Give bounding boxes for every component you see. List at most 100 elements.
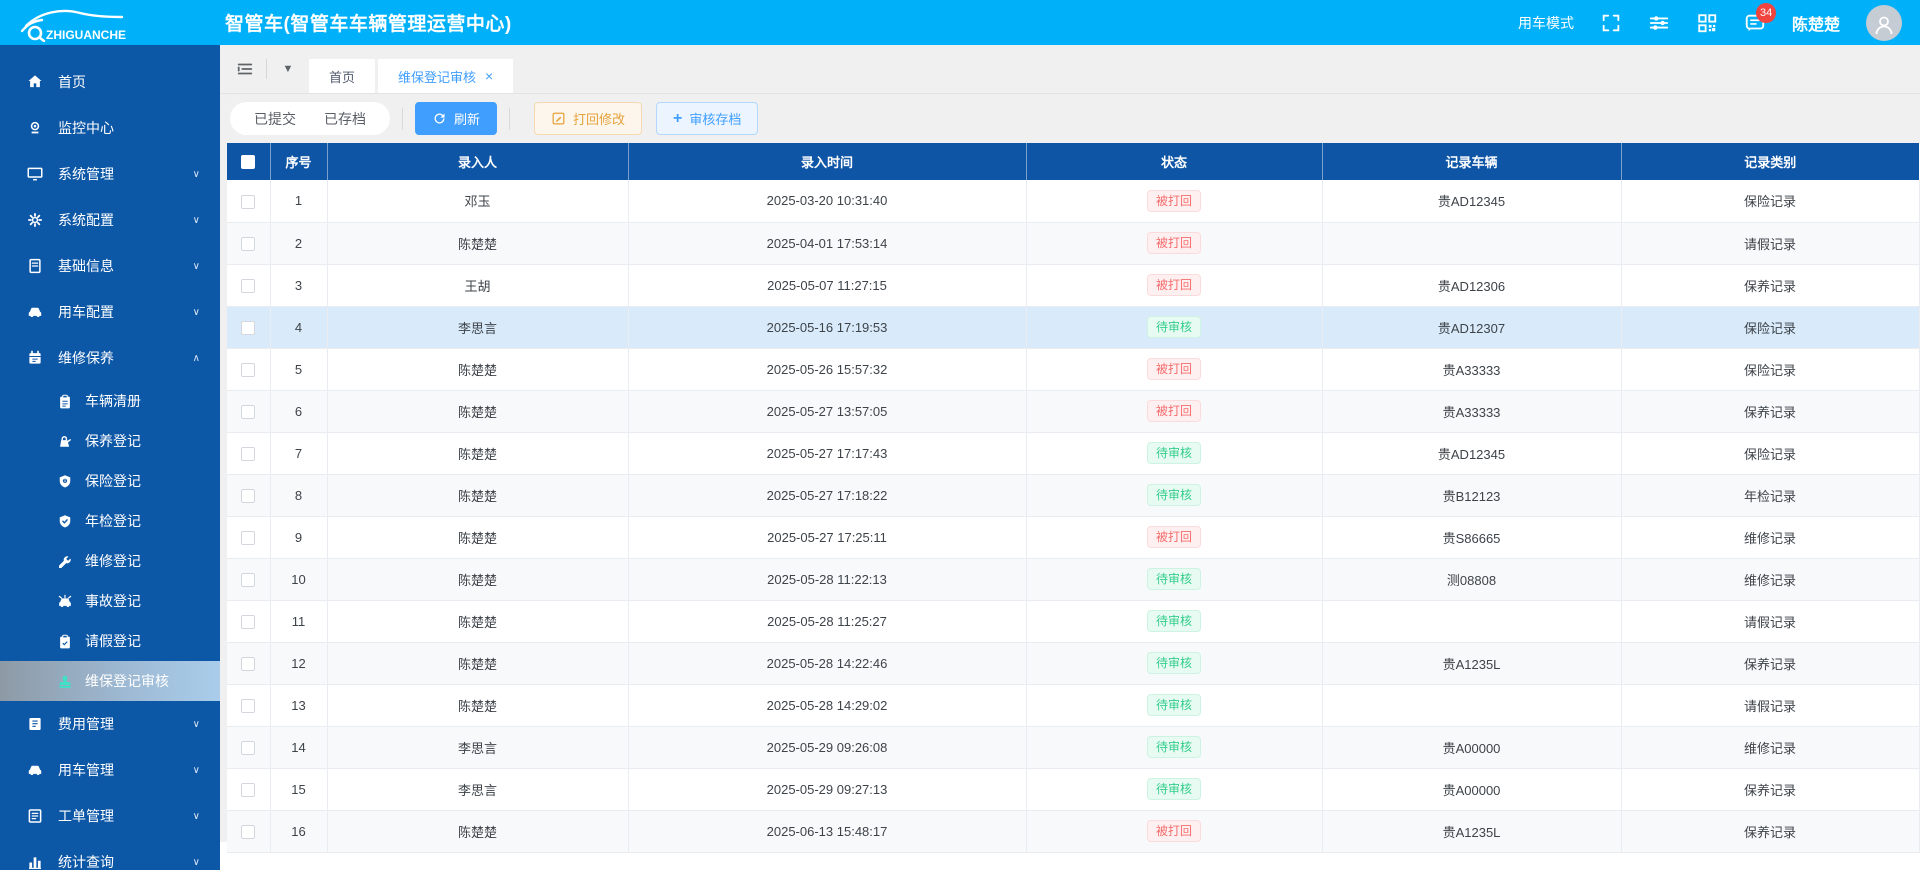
row-checkbox[interactable] — [241, 824, 256, 839]
cell-entry-time: 2025-05-28 11:22:13 — [628, 558, 1027, 601]
table-row[interactable]: 14 李思言 2025-05-29 09:26:08 待审核 贵A00000 维修记录 — [227, 726, 1920, 769]
table-row[interactable]: 1 邓玉 2025-03-20 10:31:40 被打回 贵AD12345 保险记录 — [227, 180, 1920, 223]
row-checkbox[interactable] — [241, 782, 256, 797]
filter-archived[interactable]: 已存档 — [324, 109, 366, 129]
table-row[interactable]: 11 陈楚楚 2025-05-28 11:25:27 待审核 请假记录 — [227, 600, 1920, 643]
cell-entry-time: 2025-05-29 09:27:13 — [628, 768, 1027, 811]
review-archive-button[interactable]: + 审核存档 — [656, 102, 759, 135]
cell-entry-time: 2025-06-13 15:48:17 — [628, 810, 1027, 853]
sidebar-item-系统管理[interactable]: 系统管理 ∨ — [0, 151, 220, 197]
settings-sliders-icon[interactable] — [1648, 12, 1670, 34]
sidebar-item-用车配置[interactable]: 用车配置 ∨ — [0, 289, 220, 335]
row-checkbox[interactable] — [241, 656, 256, 671]
table-row[interactable]: 8 陈楚楚 2025-05-27 17:18:22 待审核 贵B12123 年检记录 — [227, 474, 1920, 517]
cell-entry-time: 2025-04-01 17:53:14 — [628, 222, 1027, 265]
sidebar-menu: 首页监控中心系统管理 ∨ 系统配置 ∨ 基础信息 ∨ 用车配置 ∨ 维修保养 ∧ 车辆清册 保养登记保… — [0, 45, 220, 870]
collapse-menu-icon[interactable] — [230, 54, 260, 84]
sidebar-item-车辆清册[interactable]: 车辆清册 — [0, 381, 220, 421]
row-checkbox[interactable] — [241, 404, 256, 419]
row-checkbox[interactable] — [241, 362, 256, 377]
cell-entry-person: 李思言 — [327, 726, 629, 769]
table-row[interactable]: 5 陈楚楚 2025-05-26 15:57:32 被打回 贵A33333 保险记录 — [227, 348, 1920, 391]
table-row[interactable]: 16 陈楚楚 2025-06-13 15:48:17 被打回 贵A1235L 保养记录 — [227, 810, 1920, 853]
table-row[interactable]: 13 陈楚楚 2025-05-28 14:29:02 待审核 请假记录 — [227, 684, 1920, 727]
tab-close-icon[interactable]: × — [485, 69, 493, 83]
status-badge: 被打回 — [1146, 232, 1201, 254]
cell-vehicle: 贵AD12307 — [1322, 306, 1622, 349]
cell-entry-time: 2025-05-26 15:57:32 — [628, 348, 1027, 391]
table-row[interactable]: 9 陈楚楚 2025-05-27 17:25:11 被打回 贵S86665 维修记录 — [227, 516, 1920, 559]
leave-icon — [56, 633, 73, 650]
sidebar-item-维修登记[interactable]: 维修登记 — [0, 541, 220, 581]
sidebar-item-维保登记审核[interactable]: 维保登记审核 — [0, 661, 220, 701]
sidebar-item-费用管理[interactable]: 费用管理 ∨ — [0, 701, 220, 747]
row-checkbox[interactable] — [241, 698, 256, 713]
cell-entry-time: 2025-05-29 09:26:08 — [628, 726, 1027, 769]
sidebar-item-监控中心[interactable]: 监控中心 — [0, 105, 220, 151]
sidebar-item-事故登记[interactable]: 事故登记 — [0, 581, 220, 621]
cell-no: 2 — [270, 222, 328, 265]
sidebar-item-首页[interactable]: 首页 — [0, 59, 220, 105]
sidebar-item-保养登记[interactable]: 保养登记 — [0, 421, 220, 461]
row-checkbox[interactable] — [241, 320, 256, 335]
cell-entry-person: 邓玉 — [327, 180, 629, 223]
sidebar-item-label: 统计查询 — [58, 854, 114, 870]
row-checkbox[interactable] — [241, 488, 256, 503]
row-checkbox[interactable] — [241, 572, 256, 587]
car-icon — [26, 303, 44, 321]
user-avatar[interactable] — [1866, 4, 1902, 41]
sidebar-item-label: 监控中心 — [58, 120, 114, 136]
tab-bar: ▼ 首页 维保登记审核 × — [220, 45, 1920, 94]
sidebar: 首页监控中心系统管理 ∨ 系统配置 ∨ 基础信息 ∨ 用车配置 ∨ 维修保养 ∧ 车辆清册 保养登记保… — [0, 45, 220, 870]
table-row[interactable]: 6 陈楚楚 2025-05-27 13:57:05 被打回 贵A33333 保养记录 — [227, 390, 1920, 433]
cell-no: 9 — [270, 516, 328, 559]
table-row[interactable]: 7 陈楚楚 2025-05-27 17:17:43 待审核 贵AD12345 保险记录 — [227, 432, 1920, 475]
cell-vehicle: 贵AD12345 — [1322, 180, 1622, 223]
row-checkbox[interactable] — [241, 530, 256, 545]
current-user-name[interactable]: 陈楚楚 — [1792, 11, 1840, 35]
sidebar-item-年检登记[interactable]: 年检登记 — [0, 501, 220, 541]
sidebar-item-label: 年检登记 — [85, 513, 141, 529]
table-row[interactable]: 15 李思言 2025-05-29 09:27:13 待审核 贵A00000 保养记录 — [227, 768, 1920, 811]
status-badge: 被打回 — [1146, 274, 1201, 296]
select-all-checkbox[interactable] — [241, 155, 256, 170]
table-row[interactable]: 2 陈楚楚 2025-04-01 17:53:14 被打回 请假记录 — [227, 222, 1920, 265]
qrcode-icon[interactable] — [1696, 12, 1718, 34]
cell-no: 13 — [270, 684, 328, 727]
table-row[interactable]: 4 李思言 2025-05-16 17:19:53 待审核 贵AD12307 保险记录 — [227, 306, 1920, 349]
shield-check-icon — [56, 513, 73, 530]
fullscreen-icon[interactable] — [1600, 12, 1622, 34]
tabs-dropdown-icon[interactable]: ▼ — [273, 54, 303, 84]
refresh-button[interactable]: 刷新 — [415, 102, 498, 135]
cell-record-type: 维修记录 — [1621, 726, 1920, 769]
vehicle-mode-link[interactable]: 用车模式 — [1518, 13, 1574, 33]
fee-icon — [26, 715, 44, 733]
sidebar-item-工单管理[interactable]: 工单管理 ∨ — [0, 793, 220, 839]
table-row[interactable]: 3 王胡 2025-05-07 11:27:15 被打回 贵AD12306 保养记录 — [227, 264, 1920, 307]
sidebar-item-用车管理[interactable]: 用车管理 ∨ — [0, 747, 220, 793]
sidebar-item-维修保养[interactable]: 维修保养 ∧ — [0, 335, 220, 381]
cell-vehicle: 贵AD12306 — [1322, 264, 1622, 307]
messages-icon[interactable]: 34 — [1744, 2, 1777, 34]
row-checkbox[interactable] — [241, 740, 256, 755]
tab-首页[interactable]: 首页 — [309, 59, 376, 93]
row-checkbox[interactable] — [241, 236, 256, 251]
row-checkbox[interactable] — [241, 194, 256, 209]
table-row[interactable]: 10 陈楚楚 2025-05-28 11:22:13 待审核 测08808 维修记录 — [227, 558, 1920, 601]
sidebar-item-请假登记[interactable]: 请假登记 — [0, 621, 220, 661]
toolbar: 已提交 已存档 刷新 打回修改 + 审核存档 — [220, 94, 1920, 143]
reject-modify-button[interactable]: 打回修改 — [534, 102, 643, 135]
row-checkbox[interactable] — [241, 614, 256, 629]
sidebar-item-系统配置[interactable]: 系统配置 ∨ — [0, 197, 220, 243]
filter-submitted[interactable]: 已提交 — [254, 109, 296, 129]
table-row[interactable]: 12 陈楚楚 2025-05-28 14:22:46 待审核 贵A1235L 保养记录 — [227, 642, 1920, 685]
sidebar-item-保险登记[interactable]: 保险登记 — [0, 461, 220, 501]
cell-entry-person: 陈楚楚 — [327, 684, 629, 727]
sidebar-item-统计查询[interactable]: 统计查询 ∨ — [0, 839, 220, 870]
row-checkbox[interactable] — [241, 446, 256, 461]
status-badge: 被打回 — [1146, 358, 1201, 380]
cell-record-type: 请假记录 — [1621, 684, 1920, 727]
tab-维保登记审核[interactable]: 维保登记审核 × — [378, 59, 514, 93]
sidebar-item-基础信息[interactable]: 基础信息 ∨ — [0, 243, 220, 289]
row-checkbox[interactable] — [241, 278, 256, 293]
